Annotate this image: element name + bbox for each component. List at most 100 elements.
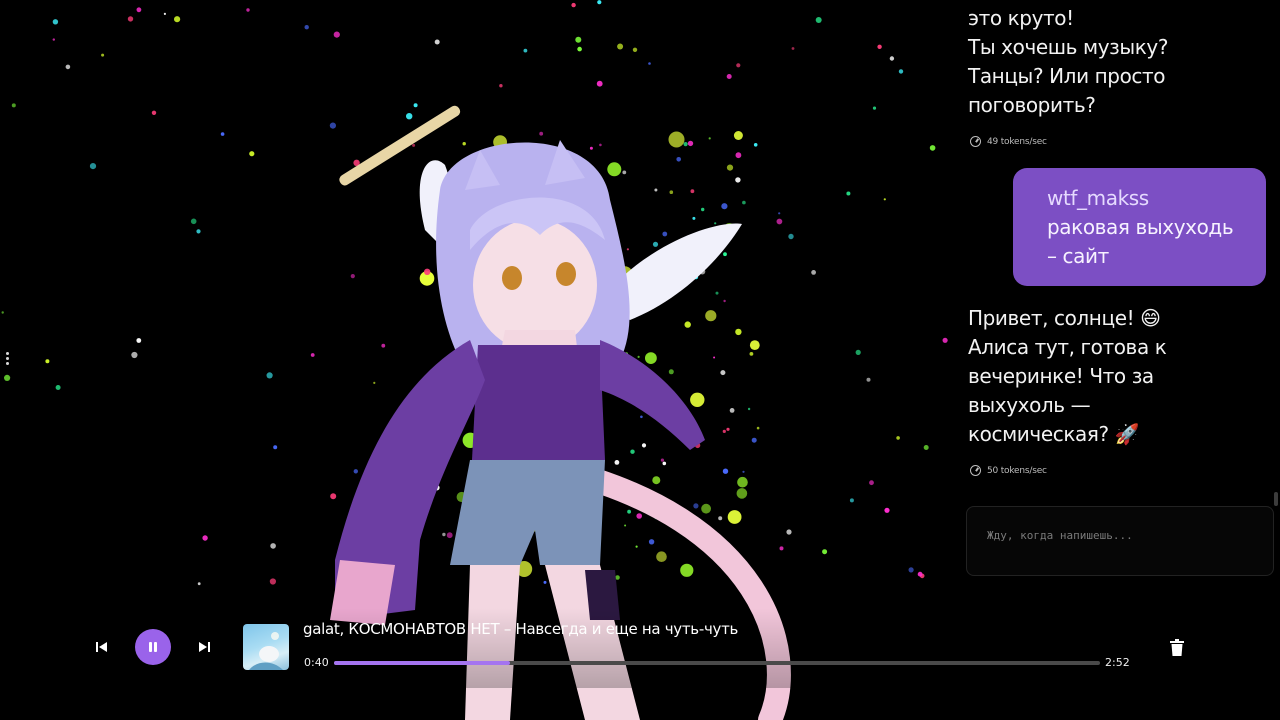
particle [815, 17, 822, 23]
message-line: вечеринке! Что за [968, 364, 1154, 388]
particle [680, 563, 694, 577]
message-line: раковая выхуходь [1047, 215, 1234, 239]
token-speed-text: 49 tokens/sec [987, 136, 1047, 147]
particle [413, 103, 418, 108]
particle [622, 170, 627, 175]
particle [690, 189, 695, 194]
particle [846, 191, 851, 196]
particle [779, 546, 784, 551]
particle [65, 64, 71, 70]
particle [735, 177, 741, 183]
particle [304, 25, 309, 30]
particle [718, 516, 723, 521]
particle [406, 113, 413, 120]
particle [684, 321, 691, 328]
chat-scrollbar[interactable] [1274, 492, 1278, 506]
particle [101, 53, 105, 57]
particle [749, 340, 760, 350]
assistant-message: Привет, солнце! 😄 Алиса тут, готова к ве… [968, 304, 1208, 449]
particle [713, 356, 716, 359]
track-title: galat, КОСМОНАВТОВ НЕТ – Навсегда и еще … [303, 620, 739, 638]
particle [270, 543, 276, 549]
particle [908, 567, 914, 573]
particle [381, 343, 386, 348]
particle [648, 62, 651, 65]
particle [350, 274, 355, 279]
play-pause-button[interactable] [135, 629, 171, 665]
album-art [243, 624, 289, 670]
particle [849, 498, 854, 503]
particle [89, 163, 97, 170]
particle [660, 458, 665, 462]
particle [626, 248, 630, 251]
particle [654, 188, 658, 192]
particle [726, 427, 730, 431]
music-player: galat, КОСМОНАВТОВ НЕТ – Навсегда и еще … [66, 608, 1214, 688]
particle [269, 578, 276, 585]
particle [727, 510, 742, 524]
current-time: 0:40 [304, 656, 329, 669]
particle [729, 408, 735, 413]
particle [693, 503, 699, 509]
delete-track-button[interactable] [1166, 636, 1188, 658]
progress-bar[interactable] [334, 661, 1100, 665]
particle [55, 385, 61, 390]
speedometer-icon [970, 136, 981, 147]
particle [575, 36, 582, 43]
particle [353, 469, 358, 474]
particle [462, 142, 466, 146]
chat-input[interactable]: Жду, когда напишешь... [966, 506, 1274, 576]
message-line: поговорить? [968, 93, 1096, 117]
particle [624, 524, 627, 527]
particle [877, 44, 882, 49]
particle [197, 582, 201, 586]
particle [127, 16, 134, 22]
particle [723, 299, 726, 303]
particle [434, 39, 440, 45]
particle [4, 374, 11, 381]
particle [722, 468, 729, 474]
particle [596, 80, 603, 87]
next-track-button[interactable] [194, 638, 214, 656]
particle [136, 338, 142, 343]
particle [641, 443, 647, 448]
particle [735, 152, 742, 159]
particle [726, 164, 734, 171]
assistant-message: это круто! Ты хочешь музыку? Танцы? Или … [968, 4, 1208, 120]
particle [896, 436, 900, 440]
particle [52, 19, 59, 25]
particle [690, 392, 705, 407]
particle [249, 151, 255, 157]
token-speed-text: 50 tokens/sec [987, 465, 1047, 476]
side-menu-handle[interactable] [6, 352, 10, 366]
particle [668, 131, 685, 148]
particle [872, 106, 877, 110]
particle [735, 328, 742, 336]
particle [163, 12, 166, 15]
chat-input-placeholder: Жду, когда напишешь... [987, 529, 1133, 542]
particle [786, 529, 792, 535]
particle [648, 539, 655, 545]
particle [577, 46, 582, 52]
particle [701, 207, 705, 212]
message-line: – сайт [1047, 244, 1109, 268]
previous-track-button[interactable] [92, 638, 112, 656]
particle [889, 56, 895, 61]
message-line: это круто! [968, 6, 1074, 30]
particle [330, 493, 337, 500]
particle [676, 157, 681, 162]
particle [446, 532, 453, 539]
token-speed: 49 tokens/sec [970, 136, 1047, 147]
pause-icon [149, 642, 157, 652]
particle [722, 429, 726, 433]
particle [640, 415, 643, 419]
particle [627, 509, 631, 514]
particle [632, 47, 638, 52]
particle [692, 216, 696, 220]
particle [52, 38, 55, 41]
particle [333, 31, 340, 38]
particle [637, 355, 640, 358]
particle [220, 132, 225, 136]
particle [373, 381, 376, 384]
trash-icon [1170, 638, 1184, 656]
